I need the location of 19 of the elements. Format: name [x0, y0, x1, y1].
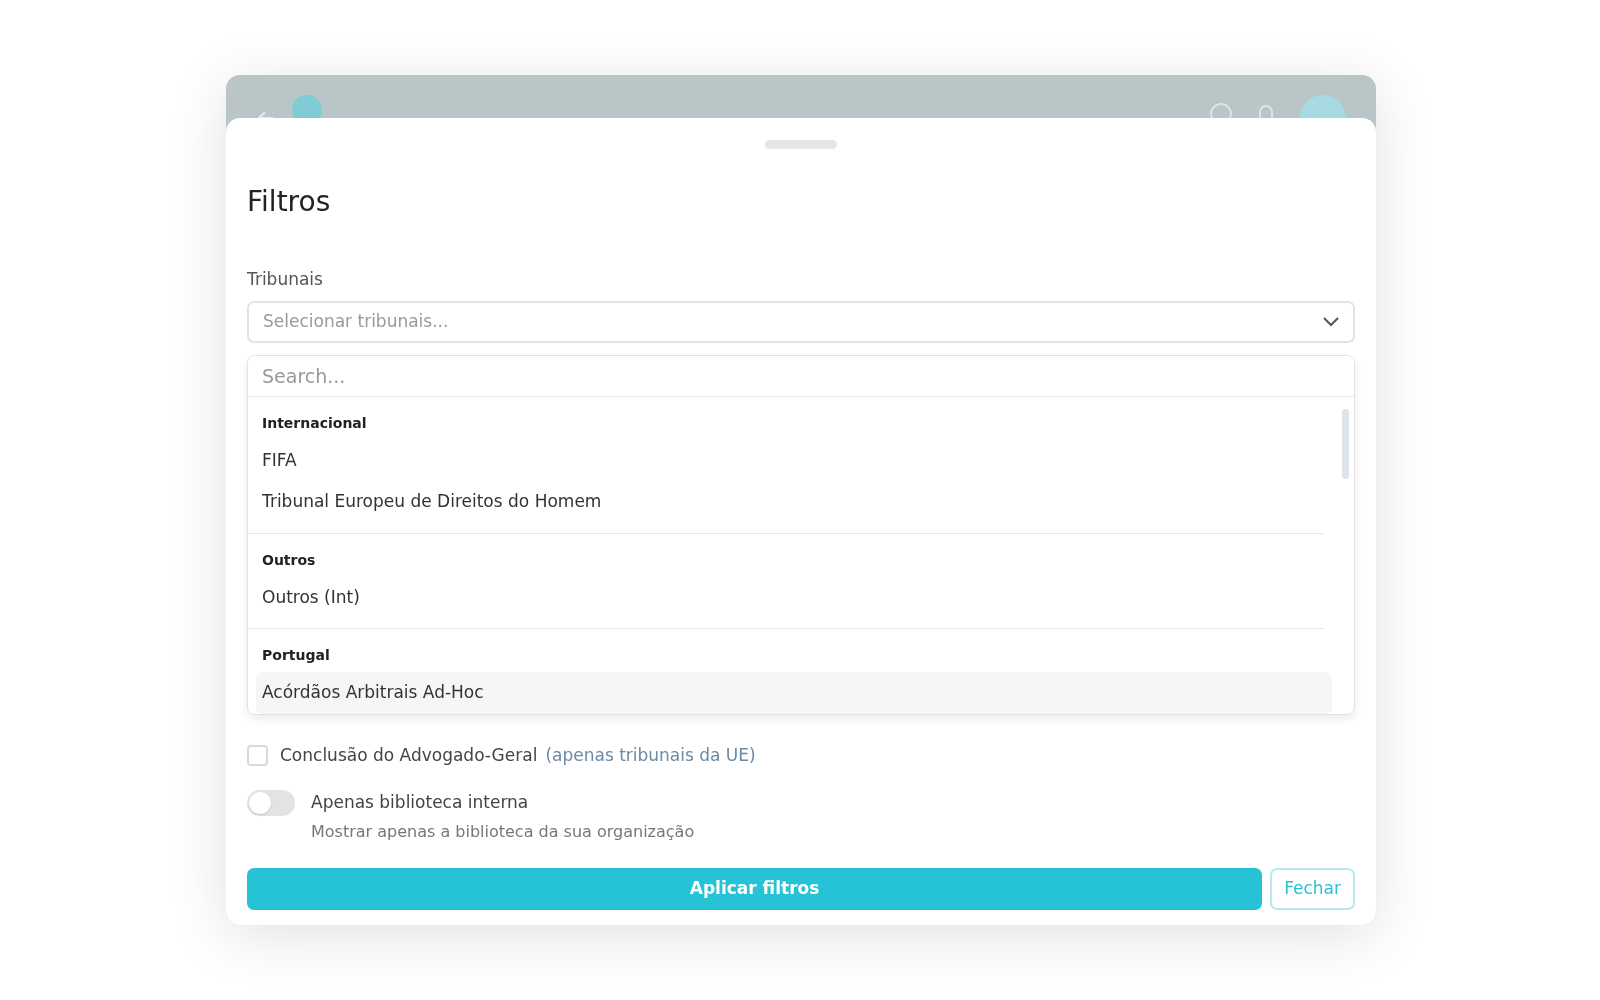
dropdown-option[interactable]: Tribunal Europeu de Direitos do Homem	[248, 481, 1332, 523]
dropdown-option[interactable]: Outros (Int)	[248, 576, 1332, 618]
sheet-title: Filtros	[247, 184, 332, 220]
field-label: Tribunais	[247, 268, 324, 291]
dropdown-option[interactable]: FIFA	[248, 439, 1332, 481]
dropdown-option[interactable]: Acórdãos Arbitrais Ad-Hoc	[256, 672, 1332, 714]
checkbox-label: Conclusão do Advogado-Geral	[280, 743, 538, 767]
toggle-description: Mostrar apenas a biblioteca da sua organização	[311, 820, 695, 843]
drag-handle[interactable]	[765, 140, 837, 149]
search-field[interactable]: Search...	[248, 355, 1354, 397]
chevron-down-icon	[1323, 316, 1339, 327]
checkbox[interactable]	[247, 744, 268, 766]
scrollbar-thumb[interactable]	[1341, 408, 1349, 479]
group-heading: Outros	[261, 550, 317, 570]
group-heading: Portugal	[261, 646, 331, 665]
group-heading: Internacional	[261, 413, 368, 433]
checkbox-note: (apenas tribunais da UE)	[545, 743, 756, 767]
toggle-switch[interactable]	[247, 790, 295, 816]
toggle-label: Apenas biblioteca interna	[311, 791, 530, 814]
